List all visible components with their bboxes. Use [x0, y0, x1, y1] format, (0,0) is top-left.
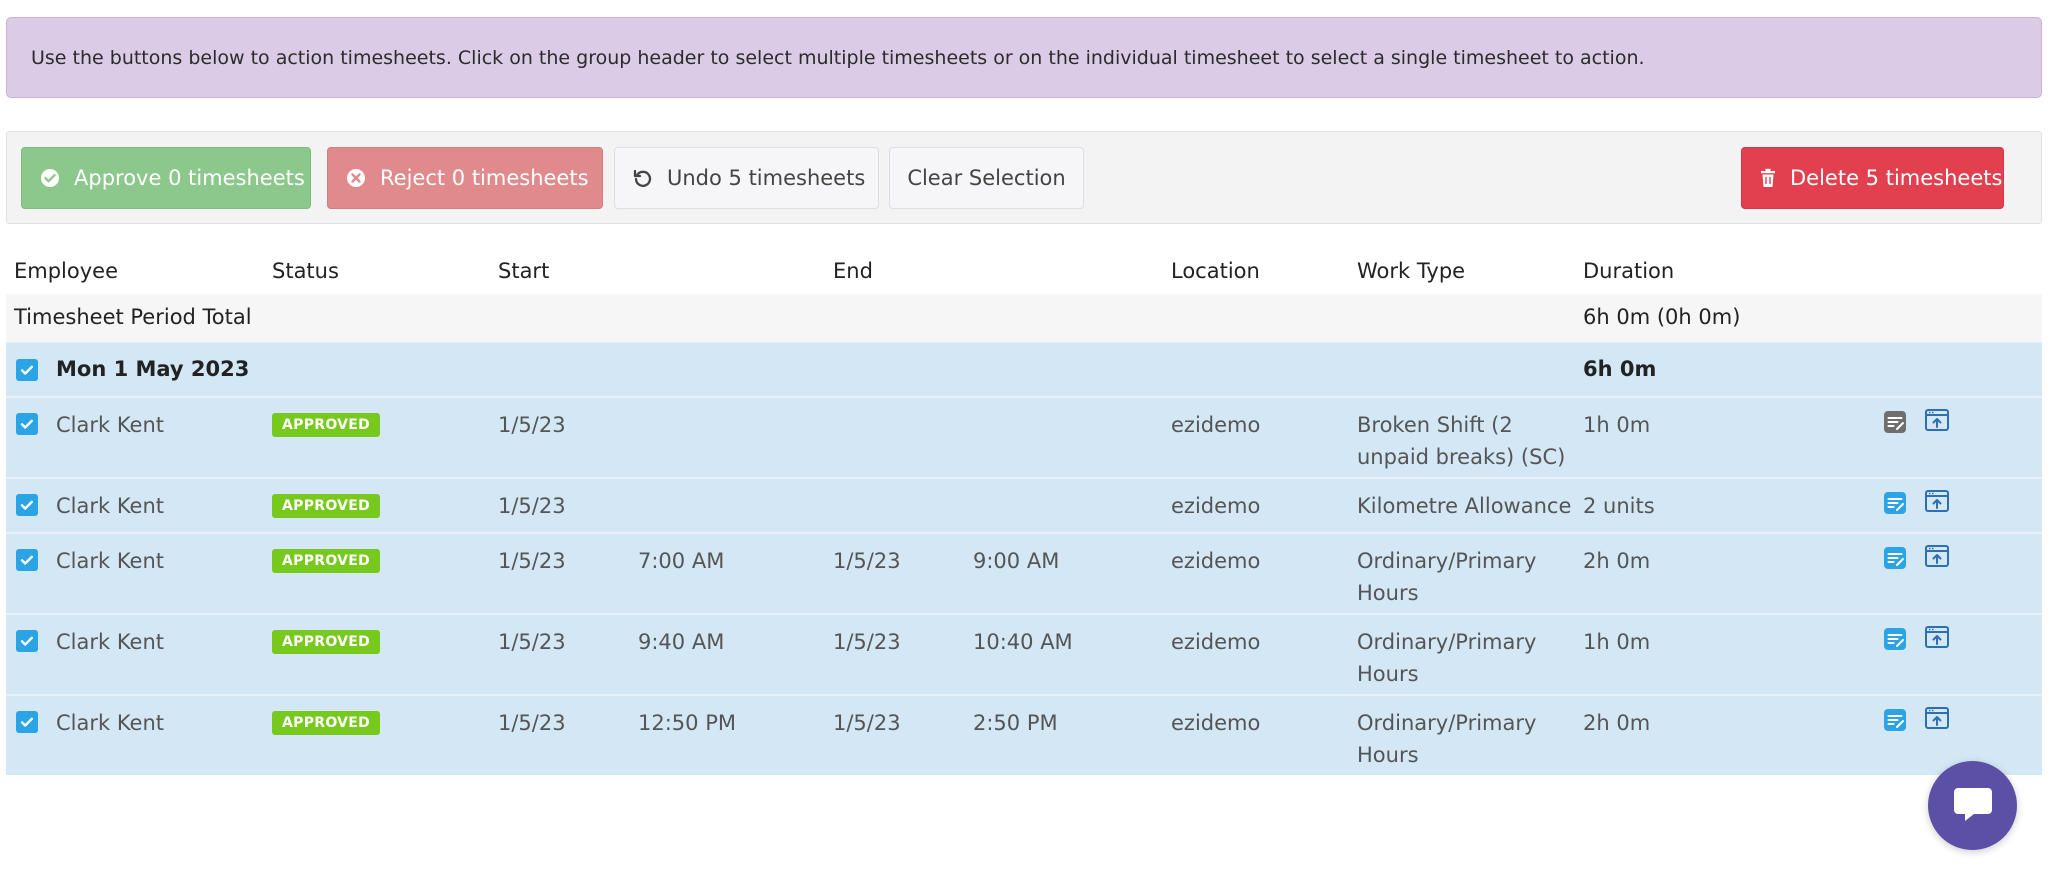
employee-name: Clark Kent: [56, 494, 165, 518]
start-time: 7:00 AM: [638, 549, 725, 573]
employee-name: Clark Kent: [56, 711, 165, 735]
start-date: 1/5/23: [498, 494, 566, 518]
duration: 2h 0m: [1583, 711, 1651, 735]
period-total-duration: 6h 0m (0h 0m): [1583, 305, 1741, 329]
chat-button[interactable]: [1928, 761, 2017, 850]
approve-button-label: Approve 0 timesheets: [74, 166, 305, 190]
timesheet-table: Employee Status Start End Location Work …: [6, 249, 2042, 775]
approve-button[interactable]: Approve 0 timesheets: [21, 147, 311, 209]
delete-button[interactable]: Delete 5 timesheets: [1741, 147, 2004, 209]
row-checkbox[interactable]: [16, 711, 38, 733]
period-total-row: Timesheet Period Total 6h 0m (0h 0m): [6, 294, 2042, 342]
header-duration[interactable]: Duration: [1583, 259, 1674, 283]
duration: 2 units: [1583, 494, 1655, 518]
work-type: Ordinary/Primary Hours: [1357, 549, 1537, 605]
note-icon[interactable]: [1883, 410, 1907, 434]
row-checkbox[interactable]: [16, 630, 38, 652]
x-circle-icon: [346, 168, 366, 188]
header-employee[interactable]: Employee: [14, 259, 118, 283]
status-badge: APPROVED: [272, 413, 381, 437]
work-type: Broken Shift (2 unpaid breaks) (SC): [1357, 413, 1566, 469]
chat-bubble-icon: [1952, 784, 1994, 828]
table-header: Employee Status Start End Location Work …: [6, 249, 2042, 294]
reject-button[interactable]: Reject 0 timesheets: [327, 147, 603, 209]
status-badge: APPROVED: [272, 549, 381, 573]
table-row[interactable]: Clark Kent APPROVED 1/5/23 12:50 PM 1/5/…: [6, 694, 2042, 775]
group-duration: 6h 0m: [1583, 357, 1657, 381]
end-time: 10:40 AM: [973, 630, 1073, 654]
duration: 1h 0m: [1583, 413, 1651, 437]
status-badge: APPROVED: [272, 711, 381, 735]
duration: 1h 0m: [1583, 630, 1651, 654]
end-time: 9:00 AM: [973, 549, 1060, 573]
window-upload-icon[interactable]: [1924, 489, 1950, 515]
end-time: 2:50 PM: [973, 711, 1058, 735]
table-row[interactable]: Clark Kent APPROVED 1/5/23 7:00 AM 1/5/2…: [6, 532, 2042, 613]
window-upload-icon[interactable]: [1924, 625, 1950, 651]
undo-button-label: Undo 5 timesheets: [667, 166, 866, 190]
delete-button-label: Delete 5 timesheets: [1790, 166, 2003, 190]
location: ezidemo: [1171, 413, 1261, 437]
employee-name: Clark Kent: [56, 549, 165, 573]
header-work-type[interactable]: Work Type: [1357, 259, 1465, 283]
info-banner-text: Use the buttons below to action timeshee…: [31, 46, 1645, 69]
location: ezidemo: [1171, 494, 1261, 518]
table-row[interactable]: Clark Kent APPROVED 1/5/23 ezidemo Kilom…: [6, 477, 2042, 532]
undo-button[interactable]: Undo 5 timesheets: [614, 147, 879, 209]
note-icon[interactable]: [1883, 627, 1907, 651]
period-total-label: Timesheet Period Total: [14, 305, 252, 329]
start-date: 1/5/23: [498, 549, 566, 573]
header-location[interactable]: Location: [1171, 259, 1260, 283]
start-date: 1/5/23: [498, 630, 566, 654]
status-badge: APPROVED: [272, 494, 381, 518]
start-time: 9:40 AM: [638, 630, 725, 654]
window-upload-icon[interactable]: [1924, 408, 1950, 434]
trash-icon: [1760, 168, 1776, 188]
header-status[interactable]: Status: [272, 259, 339, 283]
end-date: 1/5/23: [833, 711, 901, 735]
location: ezidemo: [1171, 630, 1261, 654]
work-type: Ordinary/Primary Hours: [1357, 630, 1537, 686]
table-row[interactable]: Clark Kent APPROVED 1/5/23 ezidemo Broke…: [6, 396, 2042, 477]
location: ezidemo: [1171, 711, 1261, 735]
header-start[interactable]: Start: [498, 259, 549, 283]
note-icon[interactable]: [1883, 491, 1907, 515]
window-upload-icon[interactable]: [1924, 544, 1950, 570]
window-upload-icon[interactable]: [1924, 706, 1950, 732]
group-header[interactable]: Mon 1 May 2023 6h 0m: [6, 342, 2042, 396]
end-date: 1/5/23: [833, 549, 901, 573]
clear-selection-button[interactable]: Clear Selection: [889, 147, 1084, 209]
group-date: Mon 1 May 2023: [56, 357, 250, 381]
employee-name: Clark Kent: [56, 413, 165, 437]
location: ezidemo: [1171, 549, 1261, 573]
work-type: Ordinary/Primary Hours: [1357, 711, 1537, 767]
header-end[interactable]: End: [833, 259, 873, 283]
duration: 2h 0m: [1583, 549, 1651, 573]
table-row[interactable]: Clark Kent APPROVED 1/5/23 9:40 AM 1/5/2…: [6, 613, 2042, 694]
row-checkbox[interactable]: [16, 549, 38, 571]
row-checkbox[interactable]: [16, 413, 38, 435]
undo-icon: [633, 168, 653, 188]
work-type: Kilometre Allowance: [1357, 494, 1572, 518]
start-time: 12:50 PM: [638, 711, 736, 735]
start-date: 1/5/23: [498, 711, 566, 735]
employee-name: Clark Kent: [56, 630, 165, 654]
row-checkbox[interactable]: [16, 494, 38, 516]
note-icon[interactable]: [1883, 708, 1907, 732]
start-date: 1/5/23: [498, 413, 566, 437]
group-checkbox[interactable]: [16, 359, 38, 381]
end-date: 1/5/23: [833, 630, 901, 654]
status-badge: APPROVED: [272, 630, 381, 654]
action-toolbar: Approve 0 timesheets Reject 0 timesheets…: [6, 131, 2042, 224]
reject-button-label: Reject 0 timesheets: [380, 166, 589, 190]
note-icon[interactable]: [1883, 546, 1907, 570]
check-circle-icon: [40, 168, 60, 188]
info-banner: Use the buttons below to action timeshee…: [6, 17, 2042, 98]
clear-selection-label: Clear Selection: [907, 166, 1066, 190]
